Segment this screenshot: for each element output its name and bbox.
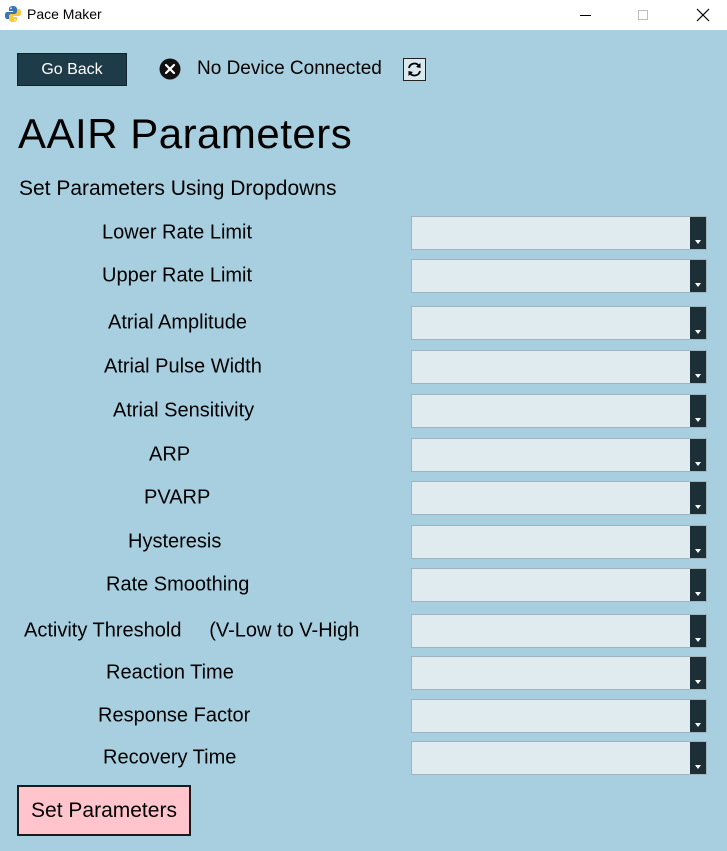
param-label-activity-threshold: Activity Threshold (V-Low to V-High [24,619,360,642]
set-parameters-button[interactable]: Set Parameters [17,785,191,836]
chevron-down-icon[interactable] [690,439,706,471]
chevron-down-icon[interactable] [690,307,706,339]
python-app-icon [5,6,21,22]
param-label-upper-rate-limit: Upper Rate Limit [102,264,253,287]
param-label-atrial-pulse-width: Atrial Pulse Width [104,355,262,378]
chevron-down-icon[interactable] [690,526,706,558]
param-label-pvarp: PVARP [144,486,211,509]
param-dropdown-pvarp[interactable] [411,481,707,515]
param-dropdown-upper-rate-limit[interactable] [411,259,707,293]
param-dropdown-atrial-sensitivity[interactable] [411,394,707,428]
param-label-rate-smoothing: Rate Smoothing [106,573,250,596]
chevron-down-icon[interactable] [690,395,706,427]
param-dropdown-response-factor[interactable] [411,699,707,733]
chevron-down-icon[interactable] [690,217,706,249]
page-title: AAIR Parameters [18,110,353,157]
close-circle-icon [159,58,181,80]
param-label-atrial-sensitivity: Atrial Sensitivity [113,399,255,422]
param-label-hysteresis: Hysteresis [128,530,222,553]
minimize-icon [579,14,591,16]
param-dropdown-lower-rate-limit[interactable] [411,216,707,250]
param-dropdown-rate-smoothing[interactable] [411,568,707,602]
page-subtitle: Set Parameters Using Dropdowns [19,177,337,200]
chevron-down-icon[interactable] [690,351,706,383]
chevron-down-icon[interactable] [690,482,706,514]
chevron-down-icon[interactable] [690,569,706,601]
connection-status: No Device Connected [197,58,382,79]
param-label-recovery-time: Recovery Time [103,746,237,769]
refresh-icon [408,62,421,77]
param-dropdown-arp[interactable] [411,438,707,472]
chevron-down-icon[interactable] [690,742,706,774]
chevron-down-icon[interactable] [690,700,706,732]
close-icon [696,8,710,22]
refresh-button[interactable] [403,58,426,81]
param-dropdown-hysteresis[interactable] [411,525,707,559]
chevron-down-icon[interactable] [690,657,706,689]
param-label-arp: ARP [149,443,191,466]
window-title: Pace Maker [27,6,102,22]
param-label-response-factor: Response Factor [98,704,251,727]
go-back-button[interactable]: Go Back [17,53,127,86]
close-window-button[interactable] [680,0,726,30]
chevron-down-icon[interactable] [690,260,706,292]
param-dropdown-recovery-time[interactable] [411,741,707,775]
param-dropdown-atrial-pulse-width[interactable] [411,350,707,384]
param-dropdown-activity-threshold[interactable] [411,614,707,648]
param-label-reaction-time: Reaction Time [106,661,234,684]
param-dropdown-atrial-amplitude[interactable] [411,306,707,340]
maximize-icon [638,10,648,20]
minimize-button[interactable] [562,0,608,30]
maximize-button[interactable] [620,0,666,30]
param-dropdown-reaction-time[interactable] [411,656,707,690]
param-label-atrial-amplitude: Atrial Amplitude [108,311,247,334]
chevron-down-icon[interactable] [690,615,706,647]
param-label-lower-rate-limit: Lower Rate Limit [102,221,253,244]
title-bar: Pace Maker [0,0,727,30]
